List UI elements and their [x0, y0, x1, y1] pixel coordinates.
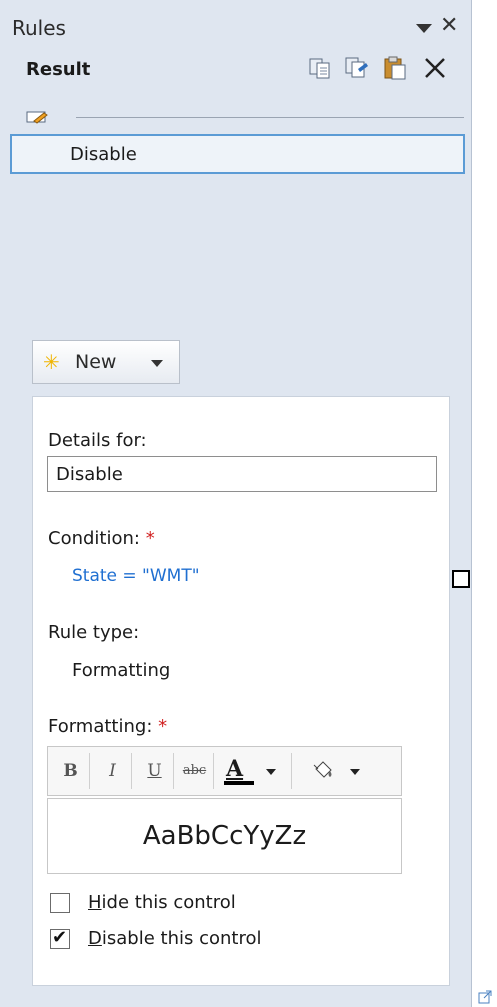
group-separator — [76, 117, 464, 118]
toolbar-label: Result — [26, 59, 91, 80]
required-asterisk: * — [158, 716, 168, 737]
chevron-down-icon — [266, 769, 276, 775]
condition-marker — [452, 570, 470, 588]
hide-control-checkbox[interactable] — [50, 893, 70, 913]
required-asterisk: * — [145, 528, 155, 549]
preview-text: AaBbCcYyZz — [142, 821, 307, 851]
rule-list-item[interactable]: Disable — [10, 134, 465, 174]
paste-rule-icon[interactable] — [382, 55, 408, 81]
rules-pane: Rules ✕ Result Disable ✳ New Details for… — [0, 0, 472, 1007]
font-color-button[interactable]: A — [216, 753, 292, 789]
hide-label-rest: ide this control — [101, 892, 236, 913]
bold-button[interactable]: B — [52, 753, 90, 789]
italic-button[interactable]: I — [94, 753, 132, 789]
pane-title: Rules — [12, 16, 66, 40]
hide-control-label[interactable]: Hide this control — [88, 892, 236, 913]
new-star-icon: ✳ — [43, 350, 60, 374]
pane-titlebar — [0, 0, 470, 44]
formatting-label: Formatting: * — [48, 716, 167, 737]
disable-control-checkbox[interactable] — [50, 927, 70, 949]
chevron-down-icon — [350, 769, 360, 775]
strikethrough-button[interactable]: abc — [176, 753, 214, 789]
disable-control-label[interactable]: Disable this control — [88, 928, 261, 949]
disable-accelerator: D — [88, 928, 102, 949]
chevron-down-icon — [151, 360, 163, 367]
expand-icon[interactable] — [478, 990, 492, 1004]
format-preview: AaBbCcYyZz — [47, 798, 402, 874]
underline-button[interactable]: U — [136, 753, 174, 789]
font-color-swatch — [224, 781, 254, 785]
details-for-label: Details for: — [48, 430, 147, 451]
new-button-label: New — [75, 351, 117, 373]
rule-group-icon — [26, 111, 48, 124]
copy-rule-icon[interactable] — [307, 55, 333, 81]
rule-name-input[interactable] — [47, 456, 437, 492]
paint-bucket-icon — [313, 761, 332, 778]
fill-color-button[interactable] — [296, 753, 372, 789]
pane-options-dropdown-icon[interactable] — [416, 24, 432, 33]
rule-type-label: Rule type: — [48, 622, 140, 643]
delete-rule-icon[interactable] — [422, 55, 448, 81]
close-pane-icon[interactable]: ✕ — [440, 14, 458, 38]
condition-label: Condition: * — [48, 528, 155, 549]
rule-list-item-label: Disable — [70, 144, 137, 165]
condition-label-text: Condition: — [48, 528, 140, 549]
new-rule-button[interactable]: ✳ New — [32, 340, 180, 384]
condition-link[interactable]: State = "WMT" — [72, 566, 200, 586]
disable-label-rest: isable this control — [101, 928, 262, 949]
copy-all-rules-icon[interactable] — [344, 55, 370, 81]
formatting-label-text: Formatting: — [48, 716, 153, 737]
rule-type-value: Formatting — [72, 660, 171, 681]
formatting-toolbar: B I U abc A — [47, 746, 402, 796]
hide-accelerator: H — [88, 892, 102, 913]
